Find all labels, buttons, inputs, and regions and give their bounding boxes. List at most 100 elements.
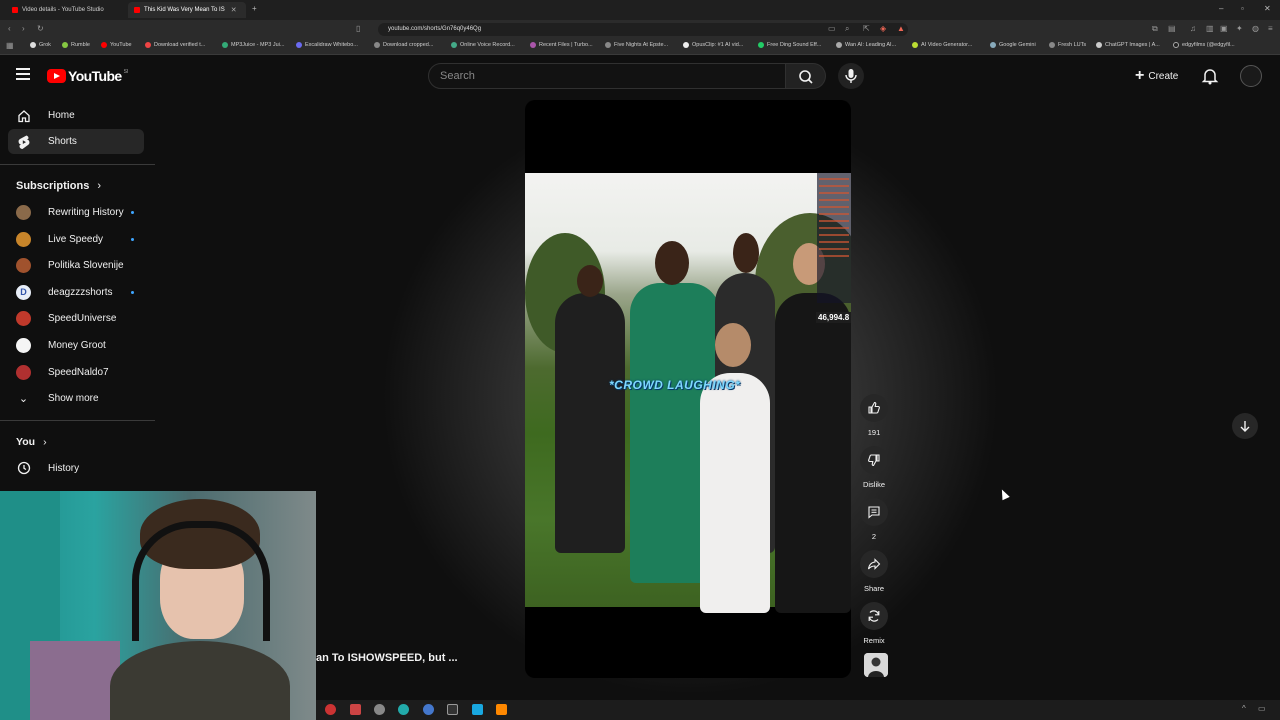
bookmark-icon <box>145 42 151 48</box>
comments-button[interactable] <box>860 498 888 526</box>
person-shape <box>775 293 851 613</box>
account-avatar[interactable] <box>1240 65 1262 87</box>
bookmark-item[interactable]: Download cropped... <box>374 42 433 48</box>
bookmark-item[interactable]: edgyfilms (@edgyfil... <box>1173 42 1235 48</box>
bookmark-item[interactable]: ChatGPT Images | A... <box>1096 42 1160 48</box>
close-window-icon[interactable]: ✕ <box>1264 4 1271 13</box>
bookmark-item[interactable]: Wan AI: Leading AI... <box>836 42 896 48</box>
browser-tab[interactable]: Video details - YouTube Studio <box>6 2 126 18</box>
bookmark-item[interactable]: Grok <box>30 42 51 48</box>
subscription-item[interactable]: SpeedUniverse <box>16 308 144 328</box>
app-icon[interactable] <box>325 704 336 715</box>
hamburger-menu-icon[interactable] <box>16 68 30 80</box>
shorts-player[interactable]: 46,994.8 *CROWD LAUGHING* <box>525 100 851 678</box>
split-view-icon[interactable]: ▥ <box>1206 24 1214 33</box>
notification-icon[interactable]: ▭ <box>1258 704 1266 713</box>
vlc-icon[interactable] <box>496 704 507 715</box>
webcam-background-shape <box>30 641 120 720</box>
bookmark-item[interactable]: YouTube <box>101 42 132 48</box>
bookmark-item[interactable]: Online Voice Record... <box>451 42 515 48</box>
youtube-logo[interactable]: YouTube SI <box>47 68 128 84</box>
tab-title: This Kid Was Very Mean To IS <box>144 7 225 13</box>
search-input[interactable] <box>428 63 786 89</box>
video-frame[interactable]: 46,994.8 *CROWD LAUGHING* <box>525 173 851 613</box>
tray-chevron-icon[interactable]: ^ <box>1242 704 1246 713</box>
create-button[interactable]: + Create <box>1129 64 1184 88</box>
app-icon[interactable] <box>447 704 458 715</box>
app-icon[interactable] <box>472 704 483 715</box>
subscription-item[interactable]: Politika Slovenije <box>16 255 144 275</box>
minimize-icon[interactable]: – <box>1219 4 1223 13</box>
remix-button[interactable] <box>860 602 888 630</box>
you-heading[interactable]: You › <box>16 436 47 448</box>
bookmark-icon <box>530 42 536 48</box>
like-control: 191 <box>860 394 888 437</box>
browser-tab-active[interactable]: This Kid Was Very Mean To IS ✕ <box>128 2 246 18</box>
app-icon[interactable] <box>374 704 385 715</box>
address-bar-row: ‹ › ↻ ▯ youtube.com/shorts/Gn76q0y46Qg ▭… <box>0 20 1280 39</box>
new-tab-icon[interactable]: + <box>252 4 257 13</box>
globe-icon <box>1049 42 1055 48</box>
bookmark-item[interactable]: Fresh LUTs <box>1049 42 1086 48</box>
forward-icon[interactable]: › <box>22 24 25 33</box>
subscription-item[interactable]: Rewriting History <box>16 202 144 222</box>
sidebar-toggle-icon[interactable]: ▤ <box>1168 24 1176 33</box>
subscription-item[interactable]: SpeedNaldo7 <box>16 362 144 382</box>
notifications-bell-icon[interactable] <box>1200 67 1220 85</box>
bookmark-item[interactable]: Free Ding Sound Eff... <box>758 42 821 48</box>
reload-icon[interactable]: ↻ <box>37 24 44 33</box>
dislike-button[interactable] <box>860 446 888 474</box>
bookmark-item[interactable]: OpusClip: #1 AI vid... <box>683 42 743 48</box>
remix-label: Remix <box>863 636 885 645</box>
chatgpt-icon <box>1096 42 1102 48</box>
subscription-item[interactable]: Live Speedy <box>16 229 144 249</box>
app-icon[interactable] <box>423 704 434 715</box>
next-short-button[interactable] <box>1232 413 1258 439</box>
like-button[interactable] <box>860 394 888 422</box>
show-more-button[interactable]: ⌄ Show more <box>16 388 144 408</box>
sidebar-item-home[interactable]: Home <box>8 103 144 128</box>
sidebar-item-history[interactable]: History <box>16 458 144 478</box>
zoom-icon[interactable]: ⌕ <box>845 24 849 34</box>
person-shape <box>555 293 625 553</box>
channel-avatar <box>16 231 31 247</box>
bookmark-item[interactable]: Rumble <box>62 42 90 48</box>
channel-avatar[interactable] <box>864 653 888 677</box>
leo-icon[interactable]: ✦ <box>1236 24 1243 33</box>
webcam-person-shape <box>110 641 290 720</box>
bookmark-item[interactable]: Recent Files | Turbo... <box>530 42 593 48</box>
sidebar-item-shorts[interactable]: Shorts <box>8 129 144 154</box>
arrow-down-icon <box>1240 421 1250 432</box>
voice-search-button[interactable] <box>838 63 864 89</box>
bookmark-item[interactable]: Download verified t... <box>145 42 205 48</box>
chevron-right-icon: › <box>43 436 47 448</box>
maximize-icon[interactable]: ▫ <box>1241 4 1244 13</box>
app-icon[interactable] <box>398 704 409 715</box>
media-icon[interactable]: ♫ <box>1190 24 1196 33</box>
bookmark-item[interactable]: Five Nights At Epste... <box>605 42 668 48</box>
bookmark-item[interactable]: Google Gemini <box>990 42 1036 48</box>
brave-shield-icon[interactable]: ◈ <box>880 24 886 33</box>
menu-icon[interactable]: ≡ <box>1268 24 1273 33</box>
wallet-icon[interactable]: ◍ <box>1252 24 1259 33</box>
share-page-icon[interactable]: ⇱ <box>863 24 870 33</box>
share-button[interactable] <box>860 550 888 578</box>
bookmark-icon[interactable]: ▯ <box>356 24 360 33</box>
bookmark-item[interactable]: Excalidraw Whitebo... <box>296 42 358 48</box>
apps-icon[interactable]: ▦ <box>6 41 14 50</box>
short-title[interactable]: an To ISHOWSPEED, but ... <box>316 652 458 664</box>
extensions-icon[interactable]: ⧉ <box>1152 24 1158 34</box>
cast-icon[interactable]: ▭ <box>828 24 836 33</box>
bookmark-item[interactable]: AI Video Generator... <box>912 42 972 48</box>
divider <box>0 420 155 421</box>
subscriptions-heading[interactable]: Subscriptions › <box>16 180 101 192</box>
rewards-icon[interactable]: ▲ <box>897 24 905 33</box>
subscription-item[interactable]: Money Groot <box>16 335 144 355</box>
close-tab-icon[interactable]: ✕ <box>231 6 237 14</box>
app-icon[interactable] <box>350 704 361 715</box>
subscription-item[interactable]: Ddeagzzzshorts <box>16 282 144 302</box>
bookmark-item[interactable]: MP3Juice - MP3 Jui... <box>222 42 285 48</box>
search-button[interactable] <box>786 63 826 89</box>
tab-search-icon[interactable]: ▣ <box>1220 24 1228 33</box>
back-icon[interactable]: ‹ <box>8 24 11 33</box>
